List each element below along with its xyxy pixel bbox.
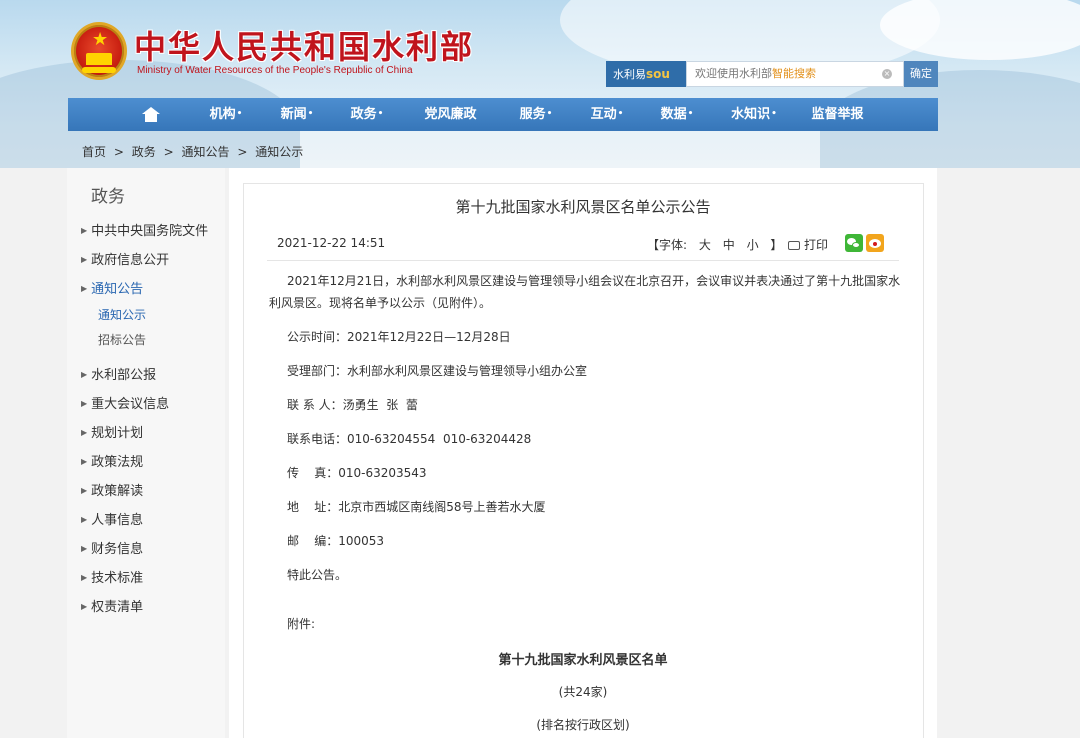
triangle-right-icon: ▶ bbox=[81, 457, 88, 466]
breadcrumb: 首页 > 政务 > 通知公告 > 通知公示 bbox=[82, 143, 307, 160]
nav-item-jiandu[interactable]: 监督举报 bbox=[796, 98, 880, 131]
breadcrumb-zhengwu[interactable]: 政务 bbox=[132, 145, 156, 159]
breadcrumb-home[interactable]: 首页 bbox=[82, 145, 106, 159]
article-line: 公示时间：2021年12月22日—12月28日 bbox=[287, 330, 511, 344]
home-icon[interactable] bbox=[138, 98, 164, 131]
breadcrumb-separator: > bbox=[113, 145, 124, 159]
search-bar: 水利易sou 欢迎使用水利部智能搜索 × 确定 bbox=[606, 61, 938, 87]
sidebar: 政务 ▶ 中共中央国务院文件 ▶ 政府信息公开 ▶ 通知公告 通知公示 招标公告 ▶ 水… bbox=[67, 168, 225, 738]
article-line: 受理部门：水利部水利风景区建设与管理领导小组办公室 bbox=[287, 364, 588, 378]
breadcrumb-tongzhi[interactable]: 通知公告 bbox=[181, 145, 229, 159]
font-size-medium-button[interactable]: 中 bbox=[723, 238, 735, 252]
sidebar-item[interactable]: ▶ 重大会议信息 bbox=[81, 393, 169, 412]
triangle-right-icon: ▶ bbox=[81, 226, 88, 235]
sidebar-title: 政务 bbox=[91, 187, 125, 207]
font-size-small-button[interactable]: 小 bbox=[747, 238, 759, 252]
site-subtitle: Ministry of Water Resources of the Peopl… bbox=[137, 65, 413, 76]
sidebar-item[interactable]: ▶ 政策法规 bbox=[81, 451, 143, 470]
triangle-right-icon: ▶ bbox=[81, 370, 88, 379]
article-line: 邮 编：100053 bbox=[287, 534, 385, 548]
article-line: 联 系 人：汤勇生 张 蕾 bbox=[287, 398, 418, 412]
font-size-label: 【字体: bbox=[647, 238, 688, 252]
article-line: 地 址：北京市西城区南线阁58号上善若水大厦 bbox=[287, 500, 546, 514]
national-emblem-icon[interactable]: ★ bbox=[71, 22, 127, 80]
weibo-share-icon[interactable] bbox=[866, 234, 884, 252]
nav-item-zhengwu[interactable]: 政务• bbox=[332, 98, 402, 131]
article-line: 特此公告。 bbox=[287, 568, 348, 582]
article-line: 联系电话：010-63204554 010-63204428 bbox=[287, 432, 532, 446]
title-divider bbox=[267, 260, 899, 261]
nav-item-shuizhishi[interactable]: 水知识• bbox=[712, 98, 796, 131]
article-title: 第十九批国家水利风景区名单公示公告 bbox=[455, 198, 711, 216]
list-title: 第十九批国家水利风景区名单 bbox=[498, 653, 668, 668]
sidebar-subitem[interactable]: 招标公告 bbox=[98, 331, 146, 348]
sidebar-item[interactable]: ▶ 政府信息公开 bbox=[81, 249, 169, 268]
triangle-right-icon: ▶ bbox=[81, 255, 88, 264]
breadcrumb-separator: > bbox=[163, 145, 174, 159]
site-title[interactable]: 中华人民共和国水利部 bbox=[134, 22, 474, 68]
main-nav: 机构• 新闻• 政务• 党风廉政 服务• 互动• 数据• 水知识• 监督举报 bbox=[68, 98, 938, 131]
breadcrumb-separator: > bbox=[237, 145, 248, 159]
article-panel: 第十九批国家水利风景区名单公示公告 2021-12-22 14:51 【字体: … bbox=[229, 168, 937, 738]
article-intro: 2021年12月21日，水利部水利风景区建设与管理领导小组会议在北京召开，会议审… bbox=[269, 274, 901, 310]
nav-item-fuwu[interactable]: 服务• bbox=[500, 98, 572, 131]
sidebar-item[interactable]: ▶ 规划计划 bbox=[81, 422, 143, 441]
triangle-right-icon: ▶ bbox=[81, 428, 88, 437]
sidebar-item[interactable]: ▶ 政策解读 bbox=[81, 480, 143, 499]
sidebar-item[interactable]: ▶ 人事信息 bbox=[81, 509, 143, 528]
sidebar-item[interactable]: ▶ 财务信息 bbox=[81, 538, 143, 557]
sidebar-item[interactable]: ▶ 技术标准 bbox=[81, 567, 143, 586]
clear-icon[interactable]: × bbox=[882, 69, 892, 79]
sidebar-item[interactable]: ▶ 水利部公报 bbox=[81, 364, 156, 383]
font-size-close-bracket: 】 bbox=[770, 238, 783, 252]
list-count: (共24家) bbox=[558, 685, 608, 699]
sidebar-item-active[interactable]: ▶ 通知公告 bbox=[81, 278, 143, 297]
nav-item-hudong[interactable]: 互动• bbox=[572, 98, 642, 131]
nav-item-xinwen[interactable]: 新闻• bbox=[262, 98, 332, 131]
breadcrumb-current[interactable]: 通知公示 bbox=[255, 145, 303, 159]
print-button[interactable]: 打印 bbox=[788, 236, 828, 253]
sidebar-item[interactable]: ▶ 中共中央国务院文件 bbox=[81, 220, 208, 239]
article-line: 传 真：010-63203543 bbox=[287, 466, 427, 480]
printer-icon bbox=[788, 241, 800, 250]
triangle-right-icon: ▶ bbox=[81, 399, 88, 408]
attachment-label: 附件: bbox=[287, 617, 316, 631]
sidebar-item[interactable]: ▶ 权责清单 bbox=[81, 596, 143, 615]
search-brand-label: 水利易sou bbox=[606, 61, 686, 87]
triangle-right-icon: ▶ bbox=[81, 486, 88, 495]
triangle-right-icon: ▶ bbox=[81, 515, 88, 524]
triangle-right-icon: ▶ bbox=[81, 284, 88, 293]
article-date: 2021-12-22 14:51 bbox=[277, 236, 386, 250]
wechat-share-icon[interactable] bbox=[845, 234, 863, 252]
nav-item-jigou[interactable]: 机构• bbox=[190, 98, 262, 131]
nav-item-shuju[interactable]: 数据• bbox=[642, 98, 712, 131]
font-size-control: 【字体: 大 中 小 】 bbox=[647, 236, 790, 253]
list-order-note: (排名按行政区划) bbox=[536, 718, 630, 732]
triangle-right-icon: ▶ bbox=[81, 573, 88, 582]
triangle-right-icon: ▶ bbox=[81, 544, 88, 553]
font-size-large-button[interactable]: 大 bbox=[699, 238, 711, 252]
nav-item-dangfeng[interactable]: 党风廉政 bbox=[402, 98, 500, 131]
search-button[interactable]: 确定 bbox=[904, 61, 938, 87]
search-input[interactable]: 欢迎使用水利部智能搜索 bbox=[686, 61, 904, 87]
triangle-right-icon: ▶ bbox=[81, 602, 88, 611]
sidebar-subitem-active[interactable]: 通知公示 bbox=[98, 306, 146, 323]
